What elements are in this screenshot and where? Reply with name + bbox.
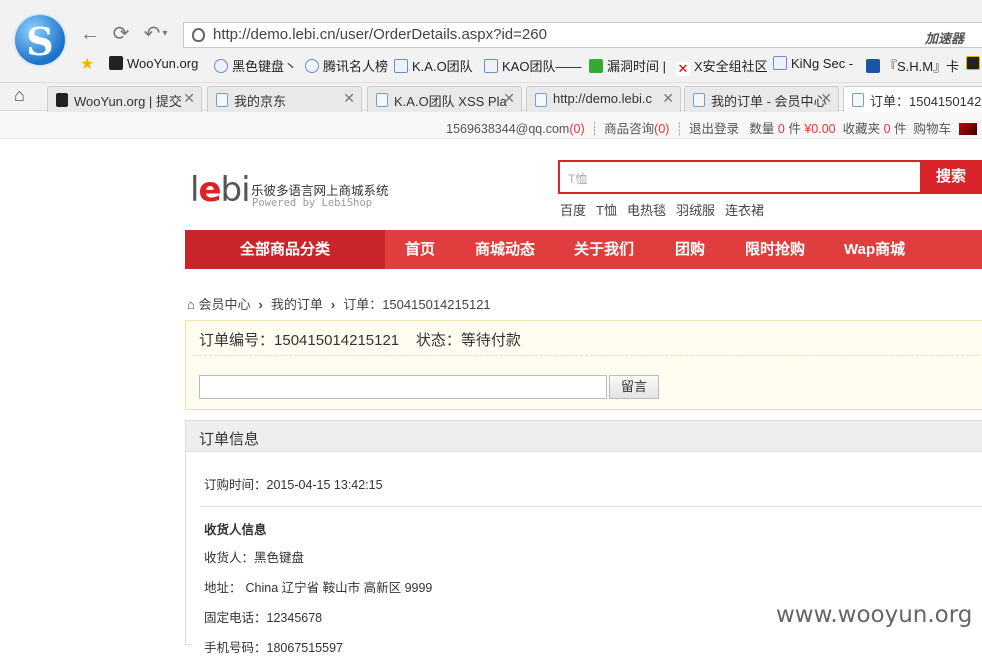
nav-news[interactable]: 商城动态	[475, 230, 535, 269]
favorites-link[interactable]: 收藏夹	[843, 122, 881, 136]
divider	[200, 506, 982, 507]
bookmark-item[interactable]: 『S.H.M』卡	[866, 56, 959, 75]
cart-amount: ¥0.00	[804, 122, 836, 136]
receiver-section-title: 收货人信息	[204, 523, 267, 537]
breadcrumb: ⌂ 会员中心 › 我的订单 › 订单：150415014215121	[187, 297, 491, 312]
accelerator-button[interactable]: 加速器	[925, 28, 964, 47]
bookmark-item[interactable]	[966, 56, 982, 71]
breadcrumb-my-orders[interactable]: 我的订单	[271, 297, 323, 312]
tab-wooyun[interactable]: WooYun.org | 提交 ✕	[47, 86, 202, 112]
hot-keyword[interactable]: 电热毯	[627, 203, 666, 218]
breadcrumb-member-center[interactable]: 会员中心	[198, 297, 250, 312]
nav-flash-sale[interactable]: 限时抢购	[745, 230, 805, 269]
bookmark-item[interactable]: 漏洞时间 |	[589, 56, 666, 75]
message-button[interactable]: 留言	[609, 375, 659, 399]
address-bar[interactable]: http://demo.lebi.cn/user/OrderDetails.as…	[183, 22, 982, 48]
site-logo[interactable]: lebi 乐彼多语言网上商城系统 Powered by LebiShop	[190, 172, 389, 209]
logout-link[interactable]: 退出登录	[689, 122, 739, 136]
bookmark-item[interactable]: ✕ X安全组社区	[676, 56, 768, 76]
star-icon[interactable]: ★	[80, 54, 94, 74]
close-icon[interactable]: ✕	[820, 90, 832, 107]
close-icon[interactable]: ✕	[662, 90, 674, 107]
hot-keyword[interactable]: T恤	[596, 203, 617, 218]
site-topbar: 1569638344@qq.com(0) ┊ 商品咨询(0) ┊ 退出登录 数量 0 件…	[0, 112, 982, 139]
hot-keywords: 百度 T恤 电热毯 羽绒服 连衣裙	[560, 200, 774, 219]
hot-keyword[interactable]: 羽绒服	[676, 203, 715, 218]
bookmark-item[interactable]: KiNg Sec -	[773, 56, 853, 71]
bookmark-item[interactable]: KAO团队——	[484, 56, 581, 75]
tab-my-orders[interactable]: 我的订单 - 会员中心 ✕	[684, 86, 839, 112]
consult-count: (0)	[654, 122, 670, 136]
cart-qty: 0	[777, 122, 785, 136]
shield-icon	[192, 28, 205, 42]
bookmark-item[interactable]: WooYun.org	[109, 56, 198, 71]
bookmarks-bar: ★ WooYun.org 黑色键盘丶 腾讯名人榜 K.A.O团队 KAO团队——…	[0, 52, 982, 78]
receiver-row: 收货人：黑色键盘	[204, 551, 305, 565]
home-icon[interactable]: ⌂	[187, 297, 195, 312]
close-icon[interactable]: ✕	[183, 90, 195, 107]
receiver-name: 黑色键盘	[254, 551, 305, 565]
tab-demo[interactable]: http://demo.lebi.c ✕	[526, 86, 681, 112]
message-input[interactable]	[199, 375, 607, 399]
order-number-label: 订单编号：	[199, 332, 275, 349]
address-value: China 辽宁省 鞍山市 高新区 9999	[245, 581, 433, 595]
hot-keyword[interactable]: 连衣裙	[725, 203, 764, 218]
order-number: 150415014215121	[274, 332, 400, 349]
cart-qty-label: 数量	[749, 122, 775, 136]
site-powered-by: Powered by LebiShop	[252, 197, 373, 209]
order-status: 等待付款	[460, 332, 521, 349]
favorites-count: 0	[883, 122, 891, 136]
mobile-value: 18067515597	[266, 641, 343, 655]
user-email-link[interactable]: 1569638344@qq.com	[446, 122, 569, 136]
bookmark-item[interactable]: 腾讯名人榜	[305, 56, 388, 75]
back-icon[interactable]: ←	[78, 22, 102, 46]
tab-order-detail[interactable]: 订单：1504150142	[843, 86, 982, 112]
all-categories-button[interactable]: 全部商品分类	[185, 230, 385, 269]
tab-kao[interactable]: K.A.O团队 XSS Pla ✕	[367, 86, 522, 112]
order-time-row: 订购时间：2015-04-15 13:42:15	[204, 478, 383, 492]
refresh-icon[interactable]: ⟳	[109, 22, 133, 46]
hot-keyword[interactable]: 百度	[560, 203, 586, 218]
tab-jd[interactable]: 我的京东 ✕	[207, 86, 362, 112]
undo-dropdown-icon[interactable]: ▾	[160, 22, 170, 46]
order-time: 2015-04-15 13:42:15	[266, 478, 383, 492]
address-row: 地址： China 辽宁省 鞍山市 高新区 9999	[204, 581, 433, 595]
phone-row: 固定电话：12345678	[204, 611, 323, 625]
language-flag-icon[interactable]	[959, 123, 977, 135]
divider	[194, 355, 979, 356]
url-text[interactable]: http://demo.lebi.cn/user/OrderDetails.as…	[213, 26, 547, 43]
breadcrumb-current: 订单：150415014215121	[343, 297, 491, 312]
bookmark-item[interactable]: K.A.O团队	[394, 56, 473, 75]
nav-home[interactable]: 首页	[405, 230, 435, 269]
consult-link[interactable]: 商品咨询	[604, 122, 654, 136]
bookmark-item[interactable]: 黑色键盘丶	[214, 56, 297, 75]
home-icon[interactable]: ⌂	[14, 85, 25, 106]
order-status-label: 状态：	[415, 332, 461, 349]
nav-about[interactable]: 关于我们	[574, 230, 634, 269]
close-icon[interactable]: ✕	[343, 90, 355, 107]
mobile-row: 手机号码：18067515597	[204, 641, 343, 655]
order-info-title: 订单信息	[186, 421, 982, 452]
order-summary: 订单编号：150415014215121 状态：等待付款 留言	[185, 320, 982, 410]
search-box[interactable]: T恤 搜索	[558, 160, 982, 194]
main-nav: 全部商品分类 首页 商城动态 关于我们 团购 限时抢购 Wap商城	[185, 230, 982, 269]
search-button[interactable]: 搜索	[920, 160, 982, 194]
cart-qty-unit: 件	[788, 122, 801, 136]
nav-wap[interactable]: Wap商城	[844, 230, 905, 269]
phone-value: 12345678	[266, 611, 323, 625]
favorites-unit: 件	[894, 122, 907, 136]
message-count: (0)	[569, 122, 585, 136]
close-icon[interactable]: ✕	[503, 90, 515, 107]
search-input[interactable]: T恤	[568, 170, 587, 187]
browser-chrome: S ← ⟳ ↶ ▾ http://demo.lebi.cn/user/Order…	[0, 0, 982, 112]
watermark: www.wooyun.org	[776, 602, 973, 628]
nav-group-buy[interactable]: 团购	[675, 230, 705, 269]
cart-link[interactable]: 购物车	[913, 122, 951, 136]
tab-strip: ⌂ WooYun.org | 提交 ✕ 我的京东 ✕ K.A.O团队 XSS Pla…	[0, 82, 982, 112]
